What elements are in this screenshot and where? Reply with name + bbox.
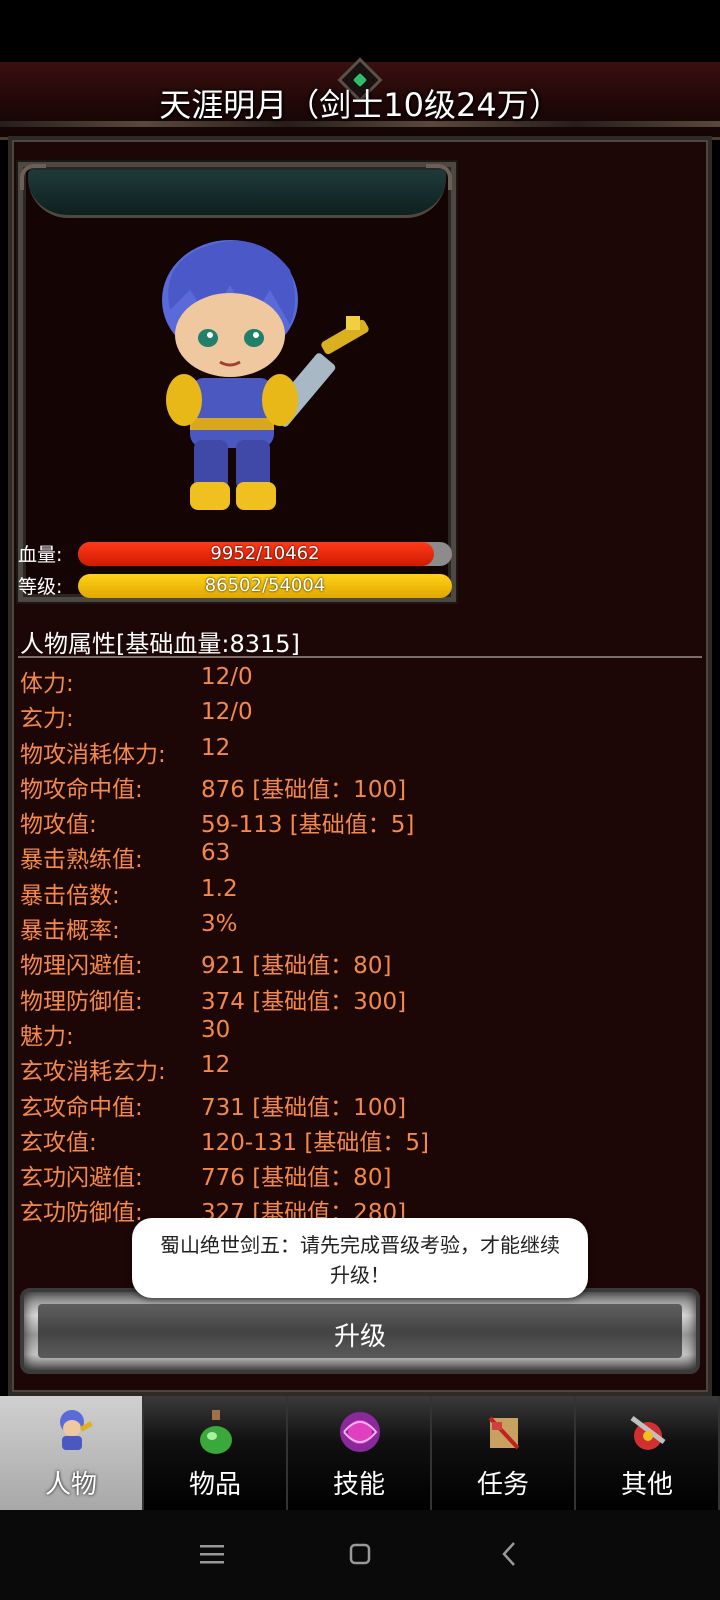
attribute-value: 776 [基础值：80] bbox=[201, 1165, 392, 1192]
upgrade-button[interactable]: 升级 bbox=[20, 1288, 700, 1374]
attribute-value: 120-131 [基础值：5] bbox=[201, 1129, 429, 1156]
attribute-row: 玄攻值: 120-131 [基础值：5] bbox=[20, 1119, 700, 1156]
attribute-name: 暴击熟练值: bbox=[20, 847, 143, 874]
attribute-value: 59-113 [基础值：5] bbox=[201, 812, 415, 839]
attribute-name: 体力: bbox=[20, 671, 74, 697]
attribute-name: 物攻消耗体力: bbox=[20, 741, 166, 768]
attribute-name: 玄功闪避值: bbox=[20, 1165, 143, 1192]
frame-corner-ornament-icon bbox=[20, 164, 46, 190]
tab-character[interactable]: 人物 bbox=[0, 1396, 144, 1510]
system-nav-bar bbox=[0, 1510, 720, 1600]
hp-value: 9952/10462 bbox=[210, 543, 320, 564]
attribute-row: 魅力: 30 bbox=[20, 1013, 700, 1050]
level-label: 等级: bbox=[18, 576, 63, 598]
attribute-name: 物理闪避值: bbox=[20, 953, 143, 980]
back-icon[interactable] bbox=[490, 1534, 530, 1574]
divider bbox=[18, 656, 702, 658]
attribute-value: 1.2 bbox=[201, 875, 238, 902]
attribute-value: 921 [基础值：80] bbox=[201, 953, 392, 980]
home-icon[interactable] bbox=[340, 1534, 380, 1574]
attribute-value: 12/0 bbox=[201, 699, 253, 726]
attribute-value: 731 [基础值：100] bbox=[201, 1094, 407, 1121]
tab-label: 任务 bbox=[476, 1470, 529, 1500]
other-icon bbox=[630, 1416, 666, 1450]
character-avatar[interactable] bbox=[150, 230, 380, 530]
quest-icon bbox=[488, 1416, 520, 1450]
attribute-name: 玄力: bbox=[20, 706, 74, 733]
attribute-value: 63 bbox=[201, 840, 231, 867]
attribute-name: 玄功防御值: bbox=[20, 1200, 143, 1227]
exp-bar: 86502/54004 bbox=[78, 574, 452, 598]
attributes-list: 体力: 12/0 玄力: 12/0 物攻消耗体力: 12 物攻命中值: 876 [基础值：10… bbox=[20, 660, 700, 1227]
attribute-name: 物理防御值: bbox=[20, 988, 143, 1015]
tab-items[interactable]: 物品 bbox=[144, 1396, 288, 1510]
character-icon bbox=[60, 1410, 93, 1450]
attribute-row: 物攻消耗体力: 12 bbox=[20, 731, 700, 768]
attribute-value: 374 [基础值：300] bbox=[201, 988, 407, 1015]
frame-corner-ornament-icon bbox=[426, 164, 452, 190]
tab-label: 人物 bbox=[44, 1470, 97, 1500]
potion-icon bbox=[200, 1410, 232, 1454]
attribute-row: 玄功闪避值: 776 [基础值：80] bbox=[20, 1154, 700, 1192]
attribute-value: 30 bbox=[201, 1016, 231, 1043]
attribute-row: 物攻命中值: 876 [基础值：100] bbox=[20, 766, 700, 803]
attribute-name: 暴击倍数: bbox=[20, 882, 120, 909]
attribute-value: 12 bbox=[201, 1052, 231, 1079]
bottom-tab-bar: 人物 物品 技能 任务 其他 bbox=[0, 1396, 720, 1510]
attribute-row: 玄攻消耗玄力: 12 bbox=[20, 1048, 700, 1086]
attribute-name: 暴击概率: bbox=[20, 918, 120, 945]
portrait-frame-header bbox=[28, 170, 446, 218]
menu-icon[interactable] bbox=[192, 1534, 232, 1574]
upgrade-button-label: 升级 bbox=[333, 1322, 386, 1352]
attribute-value: 12/0 bbox=[201, 664, 253, 690]
attribute-value: 3% bbox=[201, 911, 238, 938]
attribute-value: 876 [基础值：100] bbox=[201, 776, 407, 803]
attribute-name: 玄攻值: bbox=[20, 1129, 97, 1156]
attribute-row: 暴击熟练值: 63 bbox=[20, 836, 700, 874]
title-bar: 天涯明月（剑士10级24万） bbox=[0, 57, 720, 140]
hp-label: 血量: bbox=[18, 544, 63, 566]
tab-label: 其他 bbox=[620, 1470, 673, 1500]
attribute-name: 物攻命中值: bbox=[20, 776, 143, 803]
attribute-row: 暴击倍数: 1.2 bbox=[20, 872, 700, 909]
status-bar bbox=[0, 0, 720, 62]
exp-value: 86502/54004 bbox=[204, 575, 326, 596]
attribute-name: 玄攻消耗玄力: bbox=[20, 1059, 166, 1086]
attribute-row: 暴击概率: 3% bbox=[20, 907, 700, 945]
tab-label: 物品 bbox=[188, 1470, 241, 1500]
hp-bar: 9952/10462 bbox=[78, 542, 452, 566]
attribute-name: 物攻值: bbox=[20, 812, 97, 839]
skill-orb-icon bbox=[340, 1412, 380, 1452]
tab-label: 技能 bbox=[332, 1470, 385, 1500]
attribute-name: 玄攻命中值: bbox=[20, 1094, 143, 1121]
attribute-value: 12 bbox=[201, 734, 231, 761]
attribute-row: 物攻值: 59-113 [基础值：5] bbox=[20, 801, 700, 839]
page-title: 天涯明月（剑士10级24万） bbox=[159, 86, 561, 124]
attribute-row: 物理闪避值: 921 [基础值：80] bbox=[20, 942, 700, 980]
attribute-row: 物理防御值: 374 [基础值：300] bbox=[20, 978, 700, 1015]
tab-quests[interactable]: 任务 bbox=[432, 1396, 576, 1510]
toast-message: 蜀山绝世剑五：请先完成晋级考验，才能继续升级！ bbox=[132, 1218, 588, 1298]
attribute-row: 玄攻命中值: 731 [基础值：100] bbox=[20, 1084, 700, 1121]
attribute-row: 体力: 12/0 bbox=[20, 660, 700, 697]
attribute-row: 玄力: 12/0 bbox=[20, 695, 700, 733]
tab-other[interactable]: 其他 bbox=[576, 1396, 720, 1510]
attributes-title: 人物属性[基础血量:8315] bbox=[20, 630, 300, 658]
tab-skills[interactable]: 技能 bbox=[288, 1396, 432, 1510]
attribute-name: 魅力: bbox=[20, 1023, 74, 1050]
